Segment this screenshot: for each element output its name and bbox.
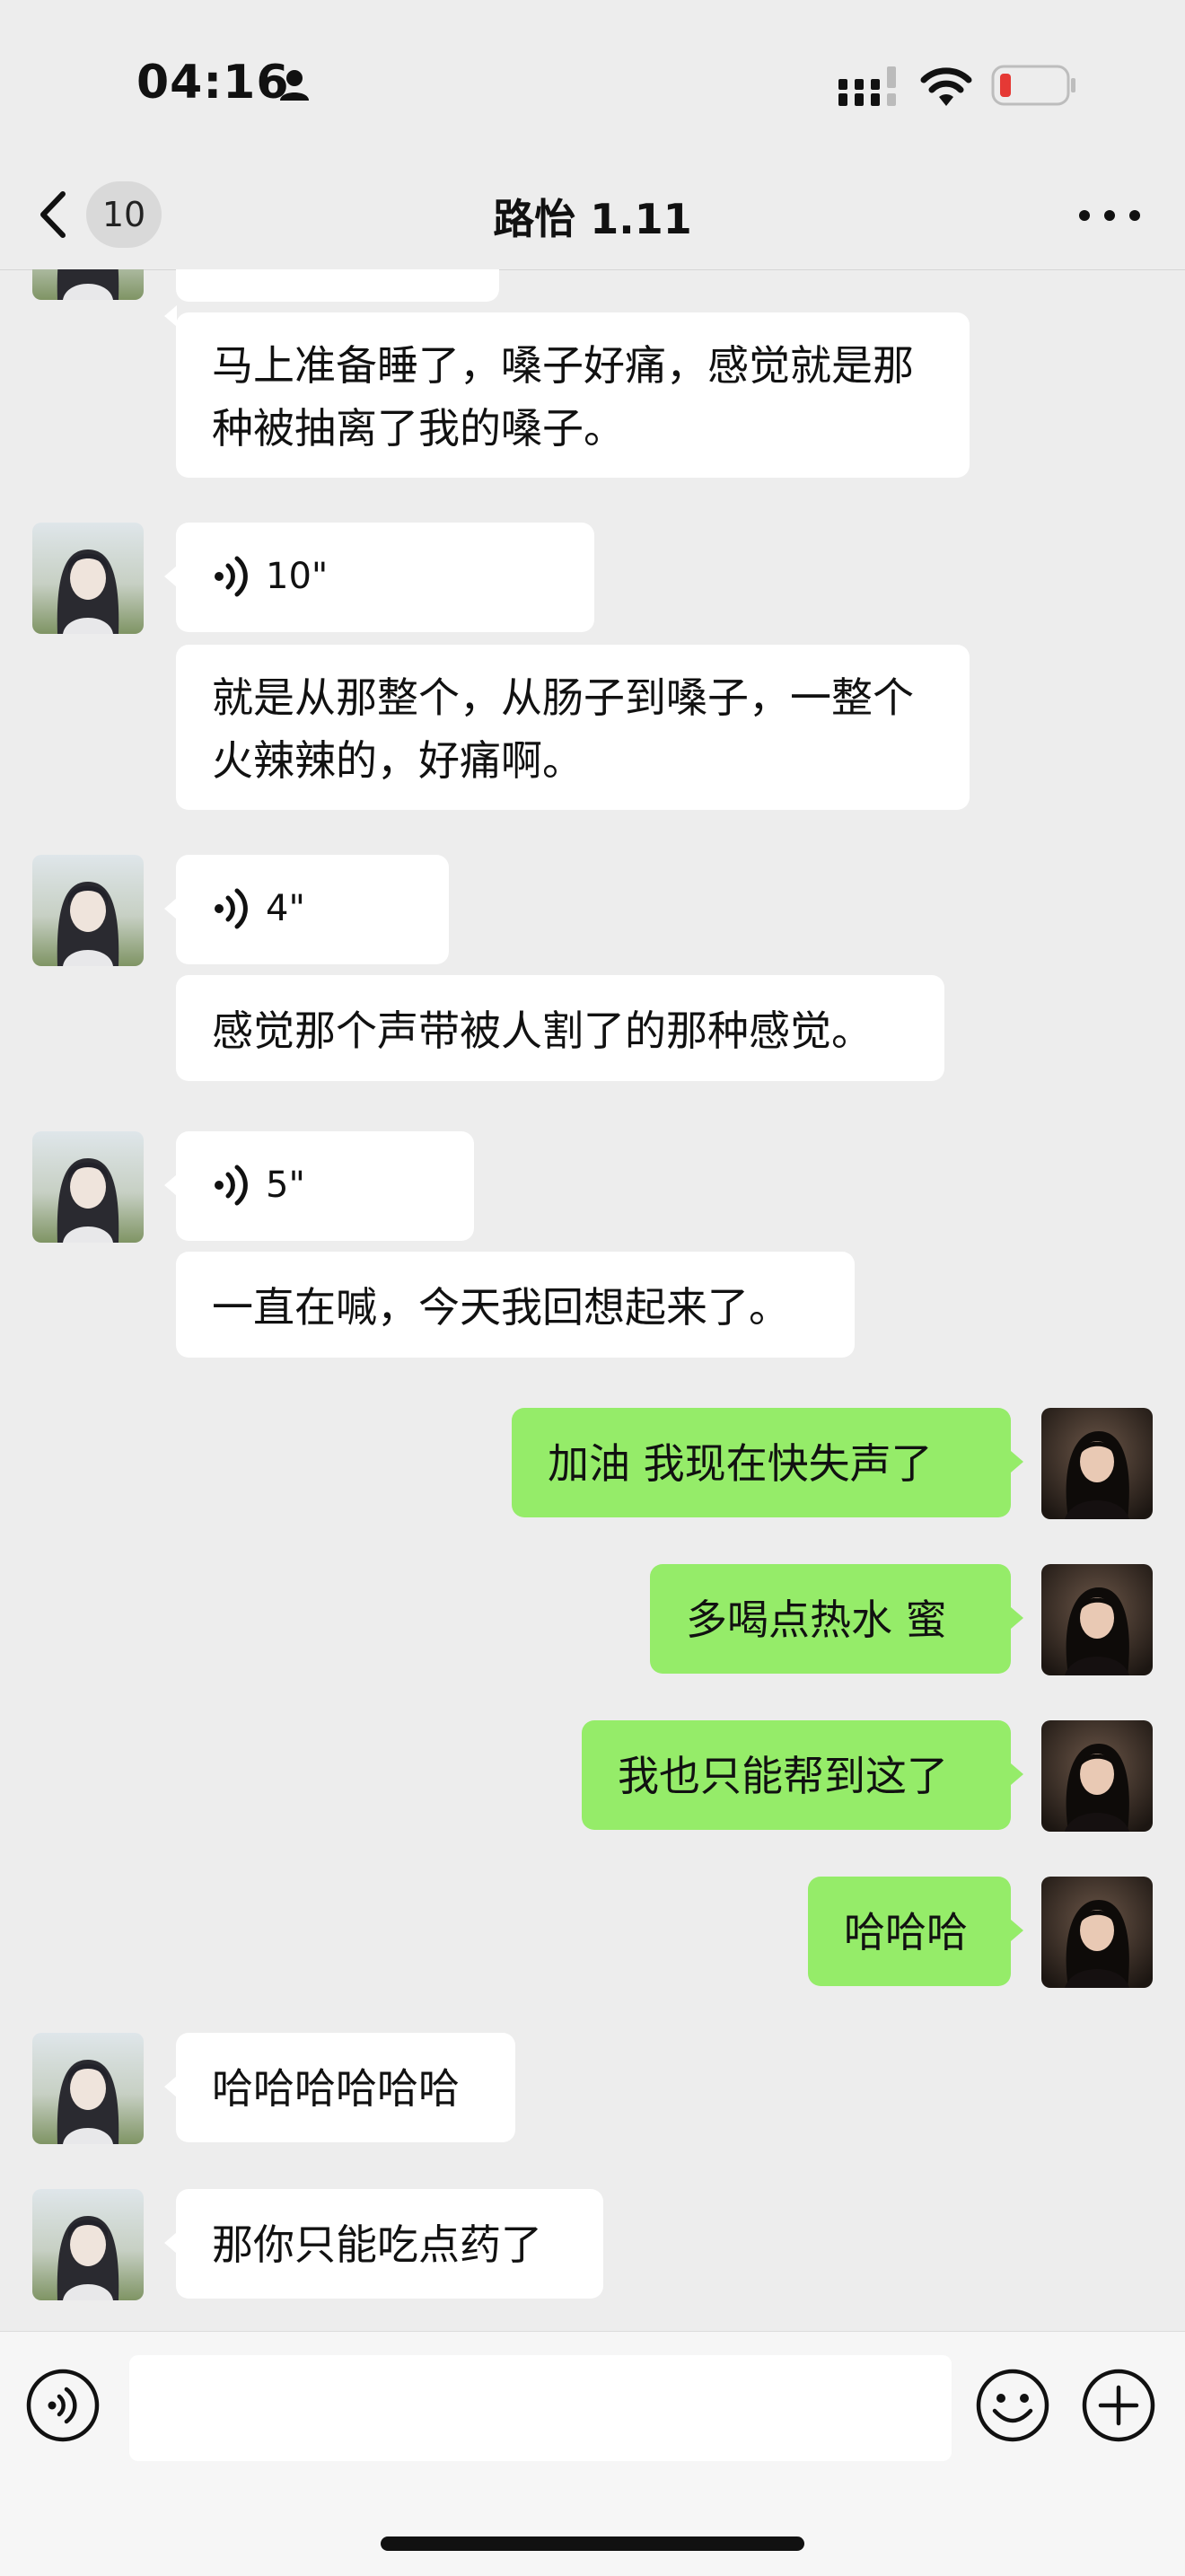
message-bubble-sent[interactable]: 我也只能帮到这了 <box>582 1720 1011 1830</box>
bubble-tail <box>164 898 177 919</box>
bubble-tail <box>164 1174 177 1196</box>
my-avatar[interactable] <box>1041 1408 1153 1519</box>
avatar[interactable] <box>32 523 144 634</box>
avatar[interactable] <box>32 269 144 300</box>
input-bar <box>0 2331 1185 2576</box>
chat-title: 路怡 1.11 <box>493 195 692 243</box>
bubble-tail <box>1011 1763 1023 1785</box>
message-bubble-partial <box>176 269 499 302</box>
my-avatar[interactable] <box>1041 1720 1153 1832</box>
my-avatar[interactable] <box>1041 1564 1153 1675</box>
bubble-tail <box>1011 1451 1023 1473</box>
message-bubble-sent[interactable]: 加油 我现在快失声了 <box>512 1408 1011 1517</box>
avatar[interactable] <box>32 2189 144 2300</box>
message-bubble-received[interactable]: 感觉那个声带被人割了的那种感觉。 <box>176 975 944 1081</box>
bubble-tail <box>1011 1920 1023 1941</box>
bubble-tail <box>164 566 177 587</box>
home-indicator[interactable] <box>381 2536 804 2551</box>
status-bar: 04:16 <box>0 0 1185 162</box>
more-dots-icon[interactable] <box>1074 198 1146 233</box>
voice-message[interactable]: 10" <box>176 523 594 632</box>
message-input[interactable] <box>129 2355 952 2461</box>
bubble-tail <box>164 2232 177 2254</box>
avatar[interactable] <box>32 2033 144 2144</box>
avatar[interactable] <box>32 855 144 966</box>
person-icon <box>280 70 309 101</box>
emoji-icon[interactable] <box>975 2368 1050 2443</box>
voice-wave-icon <box>215 556 248 597</box>
wifi-icon <box>920 67 972 106</box>
message-bubble-received[interactable]: 哈哈哈哈哈哈 <box>176 2033 515 2142</box>
message-bubble-sent[interactable]: 哈哈哈 <box>808 1877 1011 1986</box>
voice-wave-icon <box>215 888 248 929</box>
message-bubble-sent[interactable]: 多喝点热水 蜜 <box>650 1564 1011 1674</box>
bubble-tail <box>1011 1607 1023 1629</box>
voice-message[interactable]: 5" <box>176 1131 474 1241</box>
voice-mode-icon[interactable] <box>25 2368 101 2443</box>
voice-message[interactable]: 4" <box>176 855 449 964</box>
bubble-tail <box>164 305 177 327</box>
voice-wave-icon <box>215 1165 248 1206</box>
voice-duration: 4" <box>266 888 305 929</box>
message-bubble-received[interactable]: 一直在喊，今天我回想起来了。 <box>176 1252 855 1358</box>
plus-icon[interactable] <box>1081 2368 1156 2443</box>
signal-icon <box>838 66 896 106</box>
status-time: 04:16 <box>136 56 290 110</box>
bubble-tail <box>164 2076 177 2097</box>
message-bubble-received[interactable]: 那你只能吃点药了 <box>176 2189 603 2299</box>
message-bubble-received[interactable]: 就是从那整个，从肠子到嗓子，一整个火辣辣的，好痛啊。 <box>176 645 970 810</box>
chat-header: 10 路怡 1.11 <box>0 162 1185 270</box>
voice-duration: 10" <box>266 556 329 597</box>
battery-low-icon <box>991 65 1075 106</box>
voice-duration: 5" <box>266 1165 305 1206</box>
my-avatar[interactable] <box>1041 1877 1153 1988</box>
message-list[interactable]: 马上准备睡了，嗓子好痛，感觉就是那种被抽离了我的嗓子。 10" 就是从那整个，从… <box>0 269 1185 2331</box>
avatar[interactable] <box>32 1131 144 1243</box>
message-bubble-received[interactable]: 马上准备睡了，嗓子好痛，感觉就是那种被抽离了我的嗓子。 <box>176 312 970 478</box>
